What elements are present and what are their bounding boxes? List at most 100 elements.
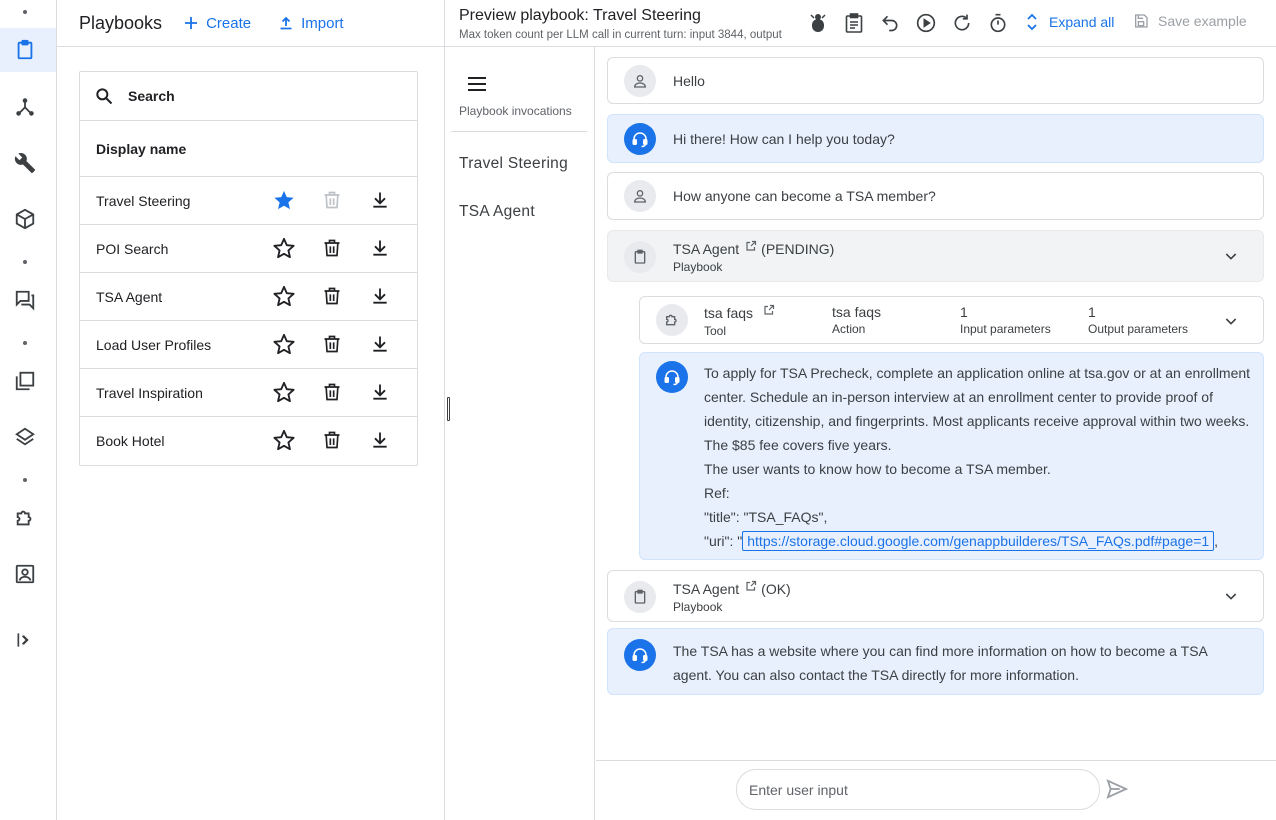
playbook-row[interactable]: Book Hotel bbox=[80, 417, 417, 465]
playbook-row[interactable]: TSA Agent bbox=[80, 273, 417, 321]
uri-link[interactable]: https://storage.cloud.google.com/genappb… bbox=[742, 531, 1215, 551]
response-paragraph: To apply for TSA Precheck, complete an a… bbox=[704, 365, 1251, 453]
input-params-count: 1 bbox=[960, 304, 968, 320]
response-uri-line: "uri": " https://storage.cloud.google.com… bbox=[704, 529, 1252, 553]
action-name: tsa faqs bbox=[832, 304, 882, 320]
clipboard-icon bbox=[624, 241, 656, 273]
layers-icon[interactable] bbox=[12, 424, 38, 450]
invocation-item-travel-steering[interactable]: Travel Steering bbox=[459, 155, 568, 173]
menu-icon[interactable] bbox=[467, 76, 487, 92]
save-example-label: Save example bbox=[1158, 13, 1247, 29]
extension-icon[interactable] bbox=[12, 505, 38, 531]
send-icon[interactable] bbox=[1106, 779, 1128, 799]
preview-header: Preview playbook: Travel Steering Max to… bbox=[445, 0, 1276, 47]
download-icon[interactable] bbox=[356, 381, 404, 403]
invocations-panel: Playbook invocations Travel Steering TSA… bbox=[445, 47, 595, 820]
star-icon[interactable] bbox=[260, 237, 308, 259]
chevron-down-icon[interactable] bbox=[1223, 313, 1239, 329]
playbooks-title: Playbooks bbox=[79, 12, 163, 33]
headset-icon bbox=[624, 123, 656, 155]
save-example-button[interactable]: Save example bbox=[1133, 13, 1247, 29]
invocation-item-tsa-agent[interactable]: TSA Agent bbox=[459, 203, 535, 221]
output-params-column: 1 Output parameters bbox=[1088, 304, 1188, 336]
plus-icon bbox=[185, 17, 198, 29]
response-ref-label: Ref: bbox=[704, 485, 730, 501]
account-box-icon[interactable] bbox=[12, 561, 38, 587]
column-header-display-name[interactable]: Display name bbox=[80, 121, 417, 177]
star-icon[interactable] bbox=[260, 429, 308, 451]
chevron-down-icon[interactable] bbox=[1223, 588, 1239, 604]
output-params-count: 1 bbox=[1088, 304, 1096, 320]
open-in-new-icon[interactable] bbox=[745, 240, 757, 252]
search-icon bbox=[96, 88, 113, 105]
create-label: Create bbox=[206, 14, 252, 32]
playbook-row[interactable]: Travel Steering bbox=[80, 177, 417, 225]
delete-icon[interactable] bbox=[308, 285, 356, 307]
bug-icon[interactable] bbox=[807, 12, 829, 34]
upload-icon bbox=[280, 16, 292, 30]
library-icon[interactable] bbox=[12, 368, 38, 394]
timer-icon[interactable] bbox=[987, 12, 1009, 34]
nav-dot bbox=[23, 260, 27, 264]
playbook-row-name: TSA Agent bbox=[96, 288, 163, 305]
preview-subtitle: Max token count per LLM call in current … bbox=[459, 29, 782, 41]
undo-icon[interactable] bbox=[879, 12, 901, 34]
playbook-kind: Playbook bbox=[673, 600, 723, 614]
message-text: Hi there! How can I help you today? bbox=[673, 131, 895, 147]
star-icon[interactable] bbox=[260, 381, 308, 403]
response-title-line: "title": "TSA_FAQs", bbox=[704, 509, 828, 525]
expand-all-button[interactable]: Expand all bbox=[1025, 13, 1114, 31]
wrench-icon[interactable] bbox=[12, 150, 38, 176]
delete-icon[interactable] bbox=[308, 381, 356, 403]
message-text: How anyone can become a TSA member? bbox=[673, 188, 936, 204]
save-icon bbox=[1135, 14, 1148, 28]
unfold-icon bbox=[1027, 13, 1037, 31]
playbook-row[interactable]: POI Search bbox=[80, 225, 417, 273]
flow-icon[interactable] bbox=[12, 94, 38, 120]
playbook-invocation-row[interactable]: TSA Agent (PENDING) Playbook bbox=[607, 230, 1264, 282]
response-summary: The user wants to know how to become a T… bbox=[704, 461, 1051, 477]
download-icon[interactable] bbox=[356, 333, 404, 355]
clipboard-icon[interactable] bbox=[843, 12, 865, 34]
bot-message: Hi there! How can I help you today? bbox=[607, 114, 1264, 163]
input-bar bbox=[596, 760, 1276, 820]
delete-icon[interactable] bbox=[308, 189, 356, 211]
open-in-new-icon[interactable] bbox=[763, 304, 775, 316]
headset-icon bbox=[624, 639, 656, 671]
open-in-new-icon[interactable] bbox=[745, 580, 757, 592]
divider bbox=[451, 131, 587, 132]
delete-icon[interactable] bbox=[308, 429, 356, 451]
nav-dot bbox=[23, 478, 27, 482]
user-message: Hello bbox=[607, 57, 1264, 104]
nav-rail bbox=[0, 0, 57, 820]
delete-icon[interactable] bbox=[308, 333, 356, 355]
import-label: Import bbox=[301, 14, 344, 32]
create-button[interactable]: Create bbox=[184, 15, 251, 32]
reset-icon[interactable] bbox=[951, 12, 973, 34]
user-input-field[interactable] bbox=[736, 769, 1100, 810]
play-icon[interactable] bbox=[915, 12, 937, 34]
search-label: Search bbox=[128, 88, 175, 104]
forum-icon[interactable] bbox=[12, 287, 38, 313]
delete-icon[interactable] bbox=[308, 237, 356, 259]
playbook-row[interactable]: Travel Inspiration bbox=[80, 369, 417, 417]
playbook-invocation-row[interactable]: TSA Agent (OK) Playbook bbox=[607, 570, 1264, 622]
download-icon[interactable] bbox=[356, 285, 404, 307]
star-icon[interactable] bbox=[260, 285, 308, 307]
star-icon[interactable] bbox=[260, 189, 308, 211]
import-button[interactable]: Import bbox=[279, 15, 344, 32]
star-icon[interactable] bbox=[260, 333, 308, 355]
clipboard-icon[interactable] bbox=[12, 37, 38, 63]
search-field[interactable]: Search bbox=[80, 72, 417, 121]
playbooks-table: Search Display name Travel Steering POI S… bbox=[79, 71, 418, 466]
download-icon[interactable] bbox=[356, 237, 404, 259]
tool-call-row[interactable]: tsa faqs Tool tsa faqs Action 1 Input pa… bbox=[639, 296, 1264, 344]
playbook-row[interactable]: Load User Profiles bbox=[80, 321, 417, 369]
expand-panel-icon[interactable] bbox=[12, 627, 38, 653]
cube-icon[interactable] bbox=[12, 206, 38, 232]
action-caption: Action bbox=[832, 322, 866, 336]
download-icon[interactable] bbox=[356, 189, 404, 211]
headset-icon bbox=[656, 361, 688, 393]
chevron-down-icon[interactable] bbox=[1223, 248, 1239, 264]
download-icon[interactable] bbox=[356, 429, 404, 451]
